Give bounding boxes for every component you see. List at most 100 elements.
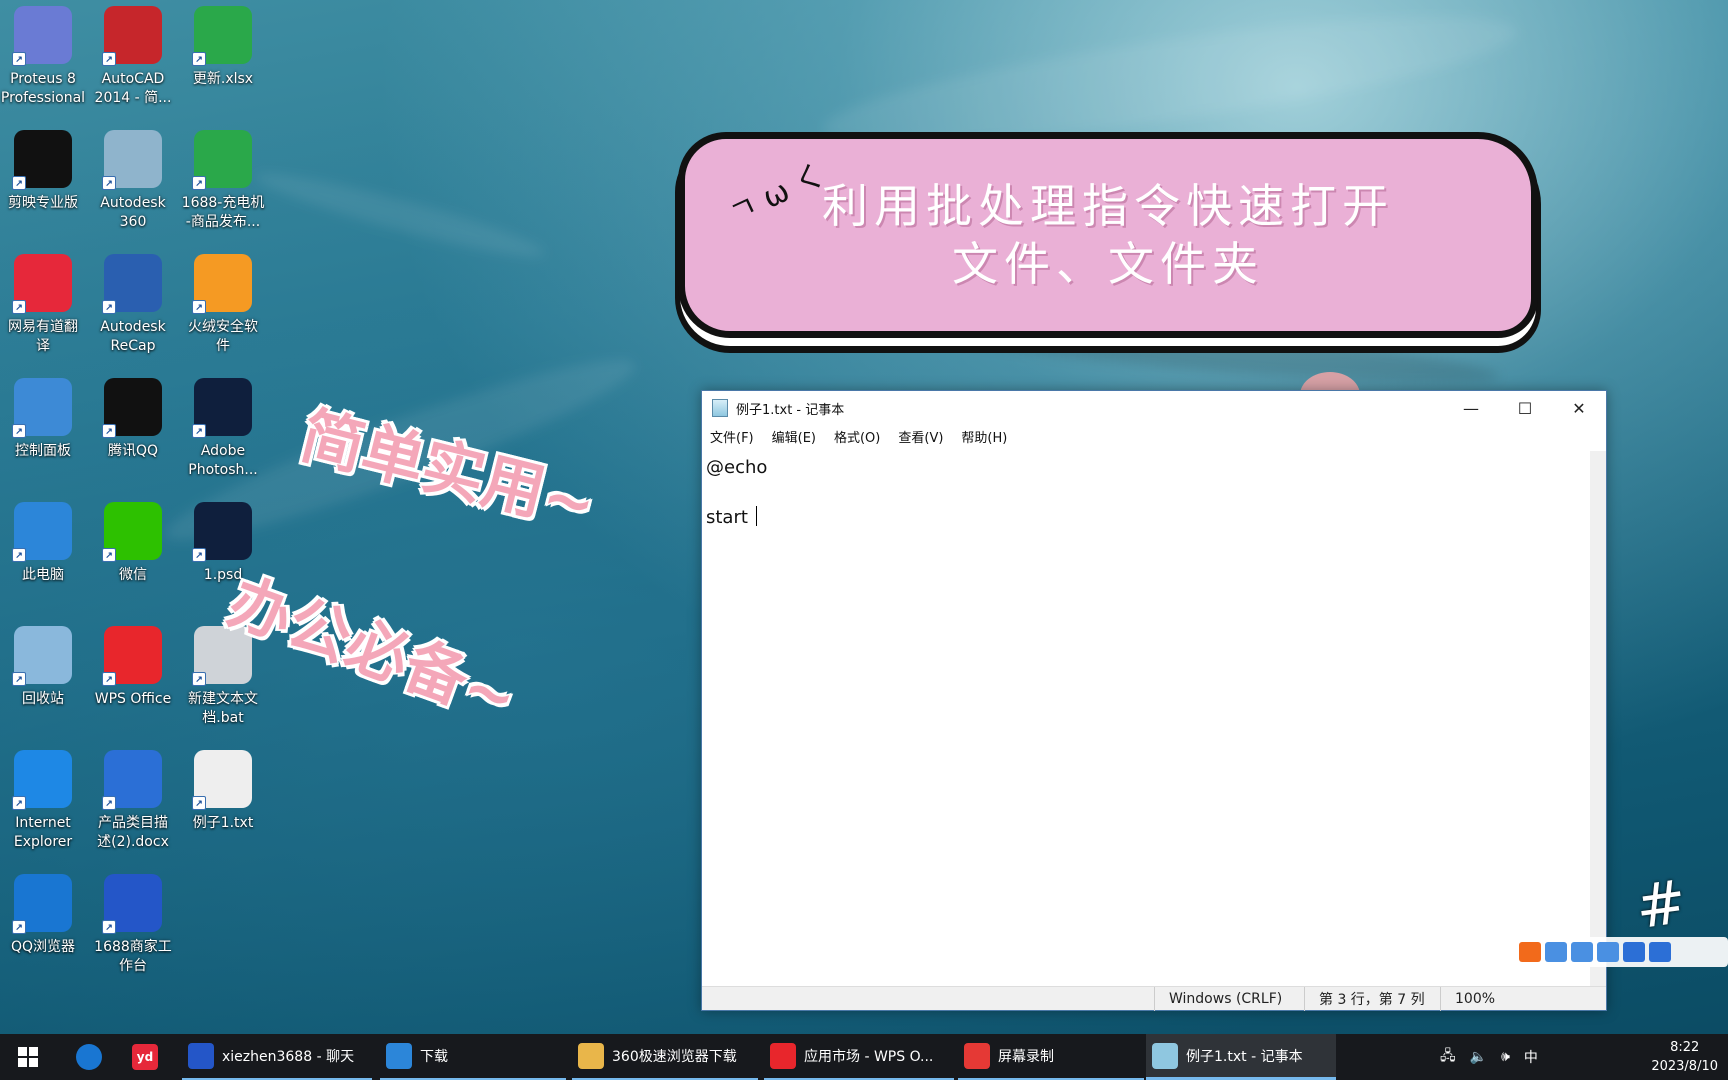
network-icon[interactable]: 🖧 bbox=[1440, 1045, 1456, 1069]
desktop-icon[interactable]: ↗ 例子1.txt bbox=[177, 744, 269, 862]
text-editor[interactable]: @echo start bbox=[702, 451, 1590, 986]
sogou-icon[interactable] bbox=[1519, 942, 1541, 962]
volume-icon[interactable]: 🔈 bbox=[1470, 1049, 1487, 1065]
desktop-icon[interactable]: ↗ 剪映专业版 bbox=[0, 124, 89, 242]
taskbar-item-label: xiezhen3688 - 聊天 bbox=[222, 1049, 355, 1065]
taskbar-item[interactable]: xiezhen3688 - 聊天 bbox=[182, 1034, 372, 1080]
punctuation-icon[interactable] bbox=[1545, 942, 1567, 962]
youdao-icon: yd bbox=[132, 1044, 158, 1070]
shortcut-arrow-icon: ↗ bbox=[12, 796, 26, 810]
shortcut-arrow-icon: ↗ bbox=[102, 796, 116, 810]
minimize-button[interactable]: — bbox=[1444, 391, 1498, 425]
qq-browser-icon bbox=[76, 1044, 102, 1070]
desktop-icon[interactable]: ↗ 网易有道翻 译 bbox=[0, 248, 89, 366]
desktop-icon-label: 例子1.txt bbox=[192, 815, 254, 831]
ie-icon: ↗ bbox=[12, 750, 72, 810]
status-encoding: Windows (CRLF) bbox=[1154, 987, 1304, 1011]
taskbar-youdao[interactable]: yd bbox=[126, 1034, 166, 1080]
proteus-icon: ↗ bbox=[12, 6, 72, 66]
speaker-icon[interactable]: 🕪 bbox=[1501, 1049, 1510, 1065]
vertical-scrollbar[interactable] bbox=[1590, 451, 1606, 986]
shortcut-arrow-icon: ↗ bbox=[192, 300, 206, 314]
clock[interactable]: 8:22 2023/8/10 bbox=[1651, 1038, 1718, 1076]
download-icon bbox=[386, 1043, 412, 1069]
ime-indicator[interactable]: 中 bbox=[1524, 1047, 1538, 1067]
notepad-window[interactable]: 例子1.txt - 记事本 — ☐ ✕ 文件(F) 编辑(E) 格式(O) 查看… bbox=[701, 390, 1607, 1011]
desktop-icon[interactable]: ↗ AutoCAD 2014 - 简... bbox=[87, 0, 179, 118]
close-button[interactable]: ✕ bbox=[1552, 391, 1606, 425]
menu-help[interactable]: 帮助(H) bbox=[961, 427, 1007, 446]
spreadsheet-icon: ↗ bbox=[192, 6, 252, 66]
skin-icon[interactable] bbox=[1623, 942, 1645, 962]
word-doc-icon: ↗ bbox=[102, 750, 162, 810]
shortcut-arrow-icon: ↗ bbox=[12, 300, 26, 314]
clock-date: 2023/8/10 bbox=[1651, 1059, 1718, 1074]
taskbar-item[interactable]: 360极速浏览器下载 bbox=[572, 1034, 758, 1080]
taskbar-item-label: 屏幕录制 bbox=[998, 1049, 1054, 1065]
shortcut-arrow-icon: ↗ bbox=[102, 52, 116, 66]
folder-icon bbox=[578, 1043, 604, 1069]
qq-icon: ↗ bbox=[102, 378, 162, 438]
photoshop-icon: ↗ bbox=[192, 378, 252, 438]
desktop-icon[interactable]: ↗ Internet Explorer bbox=[0, 744, 89, 862]
youdao-icon: ↗ bbox=[12, 254, 72, 314]
notepad-icon bbox=[1152, 1042, 1178, 1069]
taskbar-item[interactable]: 应用市场 - WPS O... bbox=[764, 1034, 954, 1080]
microphone-icon[interactable] bbox=[1571, 942, 1593, 962]
text-line: start bbox=[706, 507, 754, 528]
desktop-icon-label: 此电脑 bbox=[22, 567, 64, 583]
autodesk360-icon: ↗ bbox=[102, 130, 162, 190]
desktop-icon-label: WPS Office bbox=[94, 691, 172, 707]
desktop-icon[interactable]: ↗ 1688商家工 作台 bbox=[87, 868, 179, 986]
ime-toolbar[interactable] bbox=[1513, 937, 1728, 967]
keyboard-icon[interactable] bbox=[1597, 942, 1619, 962]
taskbar-item-label: 360极速浏览器下载 bbox=[612, 1049, 737, 1065]
menu-format[interactable]: 格式(O) bbox=[834, 427, 880, 446]
desktop-icon[interactable]: ↗ 火绒安全软 件 bbox=[177, 248, 269, 366]
taskbar-item[interactable]: 例子1.txt - 记事本 bbox=[1146, 1034, 1336, 1080]
desktop-icon-label: Autodesk ReCap bbox=[100, 319, 166, 354]
desktop-icon-label: 更新.xlsx bbox=[192, 71, 254, 87]
menu-edit[interactable]: 编辑(E) bbox=[772, 427, 816, 446]
shortcut-arrow-icon: ↗ bbox=[12, 672, 26, 686]
desktop-icon[interactable]: ↗ Autodesk ReCap bbox=[87, 248, 179, 366]
desktop-icon[interactable]: ↗ 控制面板 bbox=[0, 372, 89, 490]
shortcut-arrow-icon: ↗ bbox=[102, 548, 116, 562]
desktop-icon[interactable]: ↗ Proteus 8 Professional bbox=[0, 0, 89, 118]
desktop-icon-label: 产品类目描 述(2).docx bbox=[97, 815, 169, 850]
notepad-titlebar[interactable]: 例子1.txt - 记事本 — ☐ ✕ bbox=[702, 391, 1606, 425]
desktop-icon-label: 1688-充电机 -商品发布... bbox=[181, 195, 265, 230]
desktop-icon-label: 控制面板 bbox=[15, 443, 71, 459]
desktop-icon[interactable]: ↗ 产品类目描 述(2).docx bbox=[87, 744, 179, 862]
desktop-icon[interactable]: ↗ Autodesk 360 bbox=[87, 124, 179, 242]
desktop-icon-label: AutoCAD 2014 - 简... bbox=[94, 71, 172, 106]
start-button[interactable] bbox=[10, 1034, 38, 1080]
menu-view[interactable]: 查看(V) bbox=[898, 427, 943, 446]
menu-file[interactable]: 文件(F) bbox=[710, 427, 754, 446]
taskbar-qq-browser[interactable] bbox=[70, 1034, 110, 1080]
desktop-icon[interactable]: ↗ 此电脑 bbox=[0, 496, 89, 614]
toolbox-icon[interactable] bbox=[1649, 942, 1671, 962]
taskbar-item[interactable]: 屏幕录制 bbox=[958, 1034, 1144, 1080]
1688-icon: ↗ bbox=[102, 874, 162, 934]
status-position: 第 3 行，第 7 列 bbox=[1304, 987, 1440, 1011]
wps-icon: ↗ bbox=[102, 626, 162, 686]
desktop-icon[interactable]: ↗ 1688-充电机 -商品发布... bbox=[177, 124, 269, 242]
taskbar-item-label: 下载 bbox=[420, 1049, 448, 1065]
desktop-icon-label: 剪映专业版 bbox=[8, 195, 78, 211]
desktop-icon[interactable]: ↗ 回收站 bbox=[0, 620, 89, 738]
shortcut-arrow-icon: ↗ bbox=[192, 796, 206, 810]
desktop-icon[interactable]: ↗ QQ浏览器 bbox=[0, 868, 89, 986]
desktop-icon-label: 新建文本文 档.bat bbox=[188, 691, 258, 726]
maximize-button[interactable]: ☐ bbox=[1498, 391, 1552, 425]
desktop-icon[interactable]: ↗ 更新.xlsx bbox=[177, 0, 269, 118]
desktop-icon-label: 火绒安全软 件 bbox=[188, 319, 258, 354]
desktop-icon[interactable]: ↗ WPS Office bbox=[87, 620, 179, 738]
wps-icon bbox=[770, 1043, 796, 1069]
shortcut-arrow-icon: ↗ bbox=[192, 424, 206, 438]
desktop-icon[interactable]: ↗ 微信 bbox=[87, 496, 179, 614]
desktop-icon[interactable]: ↗ 腾讯QQ bbox=[87, 372, 179, 490]
desktop-icon[interactable]: ↗ Adobe Photosh... bbox=[177, 372, 269, 490]
taskbar-item[interactable]: 下载 bbox=[380, 1034, 566, 1080]
spreadsheet-icon: ↗ bbox=[192, 130, 252, 190]
